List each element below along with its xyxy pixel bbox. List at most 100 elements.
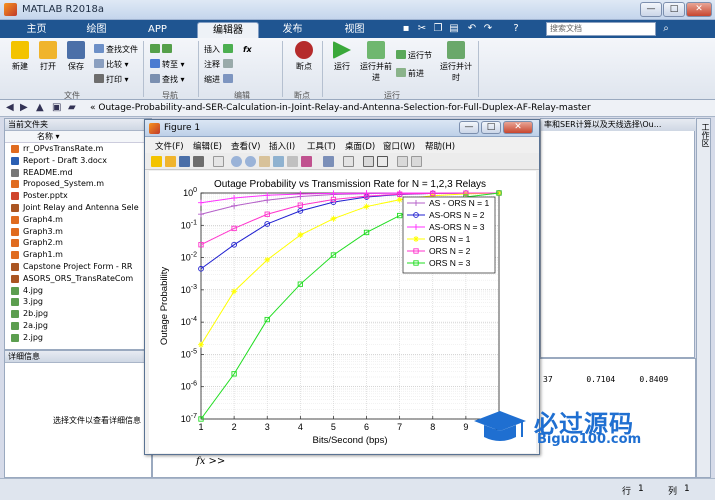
forward-icon[interactable]: ▶ <box>20 102 28 113</box>
breakpoints-button[interactable]: 断点 <box>288 41 320 72</box>
copy-icon[interactable]: ❐ <box>432 22 444 35</box>
comment-button[interactable]: 注释 <box>204 59 235 71</box>
folder-path[interactable]: « Outage-Probability-and-SER-Calculation… <box>90 103 591 113</box>
link-plot-icon[interactable] <box>323 156 334 167</box>
hide-plot-tools-icon[interactable] <box>343 156 354 167</box>
figure-window[interactable]: Figure 1 — □ ✕ 文件(F) 编辑(E) 查看(V) 插入(I) 工… <box>144 119 540 455</box>
find-files-button[interactable]: 查找文件 <box>94 44 138 56</box>
insert-button[interactable]: 插入 <box>204 44 235 56</box>
nav-arrows[interactable] <box>150 44 174 56</box>
run-button[interactable]: 运行 <box>326 41 358 72</box>
file-name: Poster.pptx <box>23 191 68 201</box>
folder-icon[interactable]: ▰ <box>68 102 76 113</box>
file-item[interactable]: Graph1.m <box>5 249 151 261</box>
advance-button[interactable]: 前进 <box>396 68 424 80</box>
brush-icon[interactable] <box>301 156 312 167</box>
tab-view[interactable]: 视图 <box>332 22 377 38</box>
file-item[interactable]: README.md <box>5 167 151 179</box>
zoom-in-icon[interactable] <box>231 156 242 167</box>
file-item[interactable]: Joint Relay and Antenna Sele <box>5 202 151 214</box>
browse-folder-icon[interactable]: ▣ <box>52 102 61 113</box>
search-icon[interactable]: ⌕ <box>660 22 672 35</box>
maximize-button[interactable]: □ <box>663 2 685 17</box>
cut-icon[interactable]: ✂ <box>416 22 428 35</box>
legend-entry: AS-ORS N = 2 <box>429 210 485 220</box>
menu-file[interactable]: 文件(F) <box>155 140 184 152</box>
menu-help[interactable]: 帮助(H) <box>425 140 455 152</box>
rotate-3d-icon[interactable] <box>273 156 284 167</box>
zoom-out-icon[interactable] <box>245 156 256 167</box>
print-button[interactable]: 打印 ▾ <box>94 74 129 86</box>
grid-icon[interactable] <box>397 156 408 167</box>
forward-arrow-icon <box>162 44 172 53</box>
open-file-icon[interactable] <box>165 156 176 167</box>
pan-hand-icon[interactable] <box>259 156 270 167</box>
data-cursor-icon[interactable] <box>287 156 298 167</box>
file-item[interactable]: Proposed_System.m <box>5 178 151 190</box>
redo-icon[interactable]: ↷ <box>482 22 494 35</box>
tab-home[interactable]: 主页 <box>14 22 59 38</box>
magnifier-icon <box>150 74 160 83</box>
paste-icon[interactable]: ▤ <box>448 22 460 35</box>
menu-insert[interactable]: 插入(I) <box>269 140 295 152</box>
tab-apps[interactable]: APP <box>135 22 180 38</box>
menu-tools[interactable]: 工具(T) <box>307 140 336 152</box>
figure-close-button[interactable]: ✕ <box>503 121 533 134</box>
colorbar-icon[interactable] <box>363 156 374 167</box>
file-item[interactable]: 3.jpg <box>5 296 151 308</box>
save-quick-icon[interactable]: ▪ <box>400 22 412 35</box>
file-item[interactable]: 2b.jpg <box>5 308 151 320</box>
menu-view[interactable]: 查看(V) <box>231 140 260 152</box>
save-button[interactable]: 保存 <box>60 41 92 72</box>
file-item[interactable]: Graph4.m <box>5 214 151 226</box>
up-folder-icon[interactable]: ▲ <box>36 102 44 113</box>
minimize-button[interactable]: — <box>640 2 662 17</box>
find-button[interactable]: 查找 ▾ <box>150 74 185 86</box>
name-column-header[interactable]: 名称 ▾ <box>5 131 151 143</box>
menu-desktop[interactable]: 桌面(D) <box>345 140 375 152</box>
file-name: 3.jpg <box>23 297 44 307</box>
file-item[interactable]: Capstone Project Form - RR <box>5 261 151 273</box>
tab-editor[interactable]: 编辑器 <box>197 22 259 38</box>
file-item[interactable]: 2a.jpg <box>5 320 151 332</box>
figure-maximize-button[interactable]: □ <box>481 121 501 134</box>
figure-menu-bar: 文件(F) 编辑(E) 查看(V) 插入(I) 工具(T) 桌面(D) 窗口(W… <box>145 138 539 153</box>
details-panel: 详细信息 选择文件以查看详细信息 <box>4 350 152 478</box>
save-figure-icon[interactable] <box>179 156 190 167</box>
menu-edit[interactable]: 编辑(E) <box>193 140 222 152</box>
run-section-button[interactable]: 运行节 <box>396 50 432 62</box>
file-item[interactable]: Graph2.m <box>5 237 151 249</box>
file-item[interactable]: ASORS_ORS_TransRateCom <box>5 273 151 285</box>
file-item[interactable]: Poster.pptx <box>5 190 151 202</box>
indent-button[interactable]: 缩进 <box>204 74 235 86</box>
run-and-time-button[interactable]: 运行并计时 <box>438 41 474 83</box>
workspace-panel[interactable]: 工作区 <box>696 118 711 478</box>
goto-button[interactable]: 转至 ▾ <box>150 59 185 71</box>
file-item[interactable]: 2.jpg <box>5 332 151 344</box>
legend-icon[interactable] <box>377 156 388 167</box>
compare-button[interactable]: 比较 ▾ <box>94 59 129 71</box>
command-prompt[interactable]: fx >> <box>196 456 225 467</box>
file-item[interactable]: 4.jpg <box>5 285 151 297</box>
file-type-icon <box>11 180 19 189</box>
print-figure-icon[interactable] <box>193 156 204 167</box>
file-item[interactable]: rr_OPvsTransRate.m <box>5 143 151 155</box>
menu-window[interactable]: 窗口(W) <box>383 140 415 152</box>
matlab-logo-icon <box>4 3 17 16</box>
undo-icon[interactable]: ↶ <box>466 22 478 35</box>
back-icon[interactable]: ◀ <box>6 102 14 113</box>
file-type-icon <box>11 168 19 177</box>
search-documentation-input[interactable]: 搜索文档 <box>546 22 656 36</box>
new-figure-icon[interactable] <box>151 156 162 167</box>
close-button[interactable]: ✕ <box>686 2 712 17</box>
help-icon[interactable]: ? <box>510 22 522 35</box>
tab-publish[interactable]: 发布 <box>270 22 315 38</box>
fx-button[interactable]: fx <box>243 44 252 56</box>
select-arrow-icon[interactable] <box>213 156 224 167</box>
show-plot-tools-icon[interactable] <box>411 156 422 167</box>
file-item[interactable]: Report - Draft 3.docx <box>5 155 151 167</box>
figure-minimize-button[interactable]: — <box>459 121 479 134</box>
tab-plots[interactable]: 绘图 <box>74 22 119 38</box>
run-and-advance-button[interactable]: 运行并前进 <box>358 41 394 83</box>
file-item[interactable]: Graph3.m <box>5 226 151 238</box>
